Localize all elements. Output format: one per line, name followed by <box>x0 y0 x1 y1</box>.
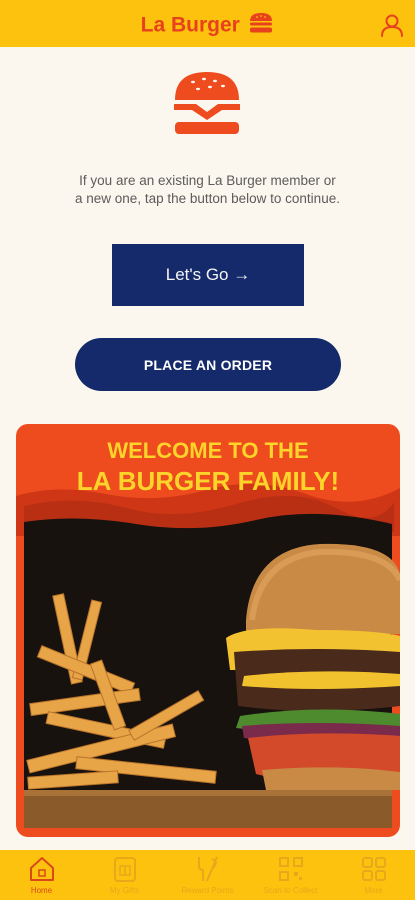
burger-icon <box>171 70 243 136</box>
tab-label: Reward Points <box>181 886 234 895</box>
welcome-promo-banner[interactable]: WELCOME TO THE LA BURGER FAMILY! <box>16 424 400 837</box>
tab-more[interactable]: More <box>332 850 415 900</box>
tab-my-gifts[interactable]: My Gifts <box>83 850 166 900</box>
promo-title-line2: LA BURGER FAMILY! <box>76 466 340 496</box>
intro-text: If you are an existing La Burger member … <box>75 173 340 206</box>
tab-reward-points[interactable]: Reward Points <box>166 850 249 900</box>
tab-label: My Gifts <box>109 886 140 895</box>
user-icon[interactable] <box>379 12 405 38</box>
burger-icon <box>248 12 274 39</box>
tab-scan-to-collect[interactable]: Scan to Collect <box>249 850 332 900</box>
qr-icon <box>279 857 303 881</box>
promo-title-line1: WELCOME TO THE <box>107 438 309 463</box>
home-icon <box>30 857 54 881</box>
rewards-icon <box>198 856 218 882</box>
brand-name: La Burger <box>140 13 240 37</box>
place-order-button[interactable]: PLACE AN ORDER <box>75 338 341 391</box>
tab-label: Scan to Collect <box>263 886 318 895</box>
brand: La Burger <box>0 12 415 39</box>
tab-home[interactable]: Home <box>0 850 83 900</box>
grid-icon <box>362 857 386 881</box>
app-header: La Burger <box>0 0 415 47</box>
lets-go-button[interactable]: Let's Go → <box>112 244 304 306</box>
tab-label: Home <box>30 886 53 895</box>
bottom-tab-bar: Home My Gifts Reward Points Scan to Coll… <box>0 850 415 900</box>
gift-icon <box>114 857 136 882</box>
tab-label: More <box>364 886 383 895</box>
